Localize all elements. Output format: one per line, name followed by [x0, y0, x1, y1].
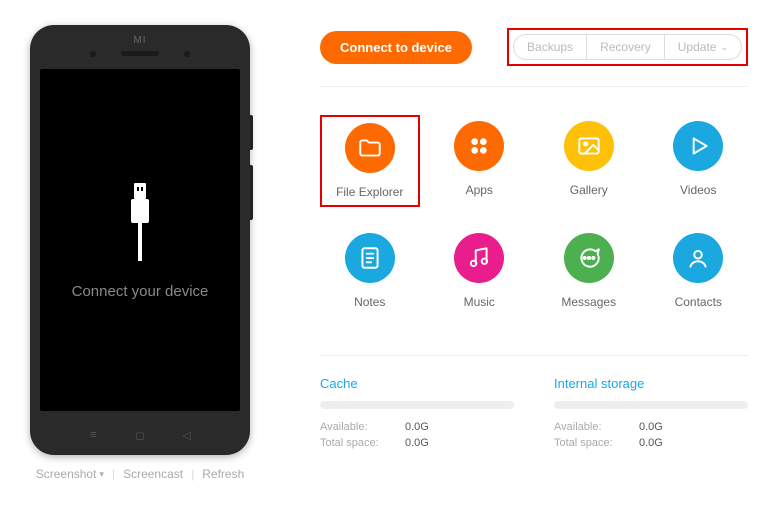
contacts-icon	[673, 233, 723, 283]
screenshot-button[interactable]: Screenshot ▾	[36, 467, 104, 481]
top-right-group: Backups Recovery Update ⌄	[507, 28, 748, 66]
nav-home-icon: ◻	[134, 429, 146, 441]
phone-mockup: MI Connect your device ≡ ◻ ◁	[30, 25, 250, 455]
icon-label: Messages	[561, 295, 616, 309]
bottom-actions: Screenshot ▾ | Screencast | Refresh	[36, 467, 245, 481]
phone-screen: Connect your device	[40, 69, 240, 411]
cache-available: 0.0G	[405, 421, 429, 433]
cache-bar	[320, 401, 514, 409]
gallery-item[interactable]: Gallery	[539, 115, 639, 207]
connect-prompt: Connect your device	[72, 283, 209, 300]
nav-menu-icon: ≡	[87, 429, 99, 441]
gallery-icon	[564, 121, 614, 171]
apps-icon	[454, 121, 504, 171]
file-explorer-item[interactable]: File Explorer	[320, 115, 420, 207]
connect-to-device-button[interactable]: Connect to device	[320, 31, 472, 64]
folder-icon	[345, 123, 395, 173]
internal-available: 0.0G	[639, 421, 663, 433]
icon-label: Music	[464, 295, 495, 309]
apps-item[interactable]: Apps	[430, 115, 530, 207]
feature-grid: File Explorer Apps Gallery Videos Notes Music…	[320, 115, 748, 315]
notes-icon	[345, 233, 395, 283]
chevron-down-icon: ⌄	[720, 42, 728, 53]
music-item[interactable]: Music	[430, 227, 530, 315]
backups-button[interactable]: Backups	[514, 35, 587, 59]
contacts-item[interactable]: Contacts	[649, 227, 749, 315]
chevron-down-icon: ▾	[99, 469, 104, 480]
icon-label: Videos	[680, 183, 716, 197]
internal-total: 0.0G	[639, 437, 663, 449]
usb-icon	[120, 181, 160, 261]
recovery-button[interactable]: Recovery	[587, 35, 665, 59]
phone-brand: MI	[133, 35, 146, 46]
video-icon	[673, 121, 723, 171]
notes-item[interactable]: Notes	[320, 227, 420, 315]
music-icon	[454, 233, 504, 283]
cache-total: 0.0G	[405, 437, 429, 449]
cache-storage: Cache Available: 0.0G Total space: 0.0G	[320, 376, 514, 453]
internal-storage: Internal storage Available: 0.0G Total s…	[554, 376, 748, 453]
storage-section: Cache Available: 0.0G Total space: 0.0G …	[320, 355, 748, 453]
cache-title: Cache	[320, 376, 514, 391]
nav-back-icon: ◁	[181, 429, 193, 441]
icon-label: Gallery	[570, 183, 608, 197]
update-button[interactable]: Update ⌄	[665, 35, 741, 59]
messages-item[interactable]: Messages	[539, 227, 639, 315]
icon-label: Notes	[354, 295, 385, 309]
screencast-button[interactable]: Screencast	[123, 467, 183, 481]
device-panel: MI Connect your device ≡ ◻ ◁ Screenshot …	[0, 0, 280, 509]
videos-item[interactable]: Videos	[649, 115, 749, 207]
icon-label: Apps	[466, 183, 493, 197]
icon-label: File Explorer	[336, 185, 403, 199]
icon-label: Contacts	[675, 295, 722, 309]
refresh-button[interactable]: Refresh	[202, 467, 244, 481]
main-panel: Connect to device Backups Recovery Updat…	[280, 0, 768, 509]
messages-icon	[564, 233, 614, 283]
internal-title: Internal storage	[554, 376, 748, 391]
internal-bar	[554, 401, 748, 409]
